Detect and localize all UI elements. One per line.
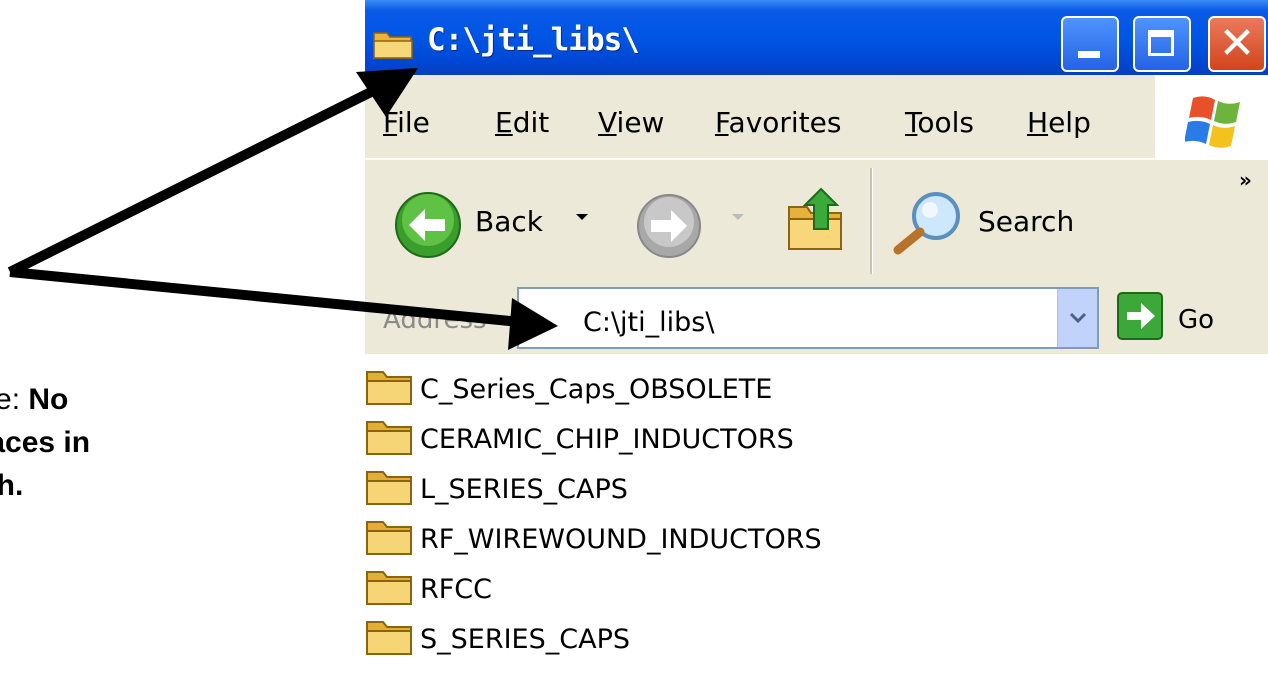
folder-name: CERAMIC_CHIP_INDUCTORS [420, 424, 794, 455]
folder-name: RFCC [420, 574, 492, 605]
note-prefix: ote: [0, 383, 21, 416]
note-bold-1: No [28, 383, 69, 416]
folder-icon [366, 471, 412, 505]
menu-view[interactable]: View [598, 106, 664, 139]
menu-edit[interactable]: Edit [495, 106, 549, 139]
minimize-icon [1078, 51, 1100, 58]
explorer-window: C:\jti_libs\ ✕ File Edit View Favorites … [365, 0, 1268, 687]
menu-favorites[interactable]: Favorites [715, 106, 842, 139]
back-dropdown-icon[interactable] [575, 212, 589, 222]
title-bar[interactable]: C:\jti_libs\ ✕ [365, 0, 1268, 75]
folder-name: C_Series_Caps_OBSOLETE [420, 374, 773, 405]
address-dropdown-button[interactable] [1057, 289, 1097, 347]
address-value[interactable]: C:\jti_libs\ [583, 307, 714, 338]
folder-name: L_SERIES_CAPS [420, 474, 628, 505]
search-button-label[interactable]: Search [978, 205, 1074, 238]
window-title: C:\jti_libs\ [427, 22, 640, 58]
forward-dropdown-icon[interactable] [731, 212, 745, 222]
search-icon[interactable] [890, 188, 966, 256]
maximize-button[interactable] [1133, 16, 1191, 72]
folder-icon [366, 371, 412, 405]
toolbar-overflow-icon[interactable]: » [1239, 168, 1252, 192]
close-button[interactable]: ✕ [1208, 16, 1266, 72]
back-button-label[interactable]: Back [475, 205, 543, 238]
note-bold-2: paces in [0, 426, 91, 459]
toolbar-separator [870, 168, 873, 274]
windows-logo-icon [1185, 96, 1240, 148]
folder-icon [366, 621, 412, 655]
maximize-icon [1148, 30, 1174, 56]
menu-tools[interactable]: Tools [905, 106, 974, 139]
menu-help[interactable]: Help [1027, 106, 1091, 139]
address-label: Address [383, 305, 487, 335]
folder-icon [366, 521, 412, 555]
folder-list: C_Series_Caps_OBSOLETE CERAMIC_CHIP_INDU… [365, 354, 1268, 687]
note-bold-3: ath. [0, 469, 24, 502]
close-icon: ✕ [1218, 18, 1256, 69]
folder-icon [373, 32, 413, 59]
folder-name: RF_WIREWOUND_INDUCTORS [420, 524, 822, 555]
arrow-to-title [7, 68, 418, 277]
folder-up-icon[interactable] [785, 185, 847, 253]
minimize-button[interactable] [1061, 16, 1119, 72]
go-arrow-icon[interactable] [1117, 292, 1163, 340]
forward-arrow-icon[interactable] [635, 192, 703, 260]
go-button-label[interactable]: Go [1178, 305, 1214, 335]
menu-file[interactable]: File [383, 106, 430, 139]
folder-icon [366, 421, 412, 455]
annotation-note: ote: No paces in ath. [0, 378, 180, 507]
back-arrow-icon[interactable] [393, 190, 463, 260]
folder-name: S_SERIES_CAPS [420, 624, 631, 655]
folder-icon [366, 571, 412, 605]
chevron-down-icon [1069, 312, 1087, 324]
